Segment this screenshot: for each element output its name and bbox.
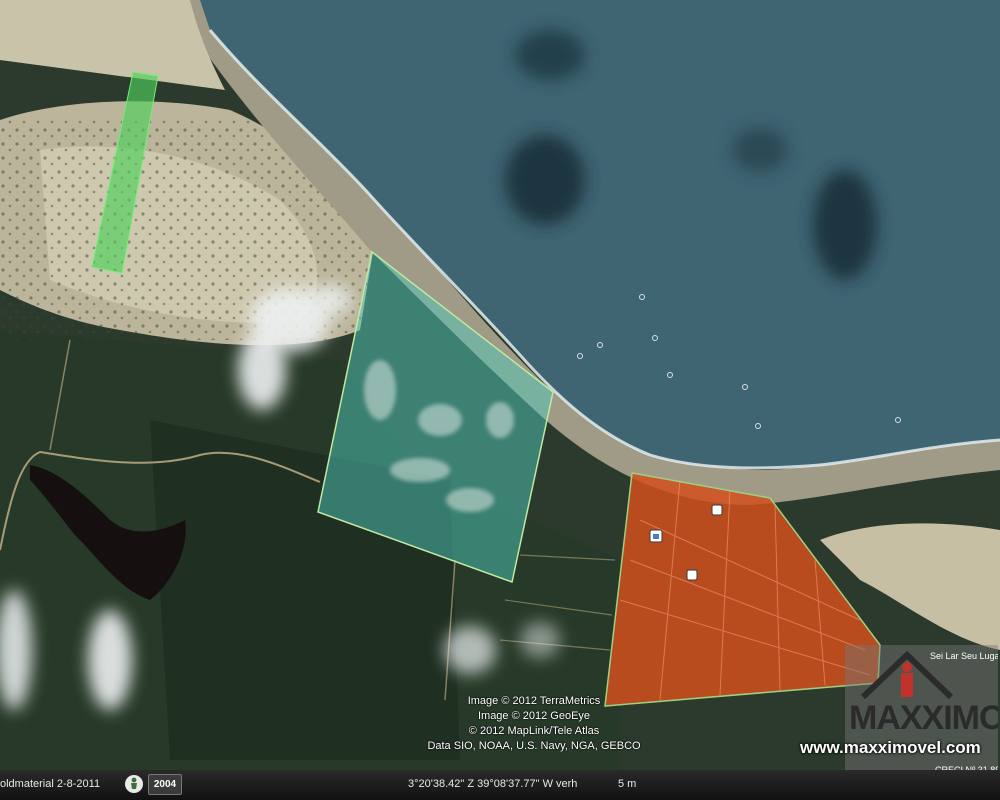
credit-line: Image © 2012 GeoEye [477, 710, 591, 722]
website-watermark: www.maxximovel.com [800, 738, 981, 757]
credit-line: Image © 2012 TerraMetrics [467, 695, 601, 707]
credit-line: © 2012 MapLink/Tele Atlas [468, 725, 600, 737]
imagery-credits: Image © 2012 TerraMetrics Image © 2012 G… [414, 694, 654, 754]
imagery-date: oldmaterial 2-8-2011 [0, 778, 101, 790]
logo-brand: MAXXIMOVEL [849, 699, 998, 737]
location-marker-icon[interactable] [649, 529, 663, 543]
location-marker-icon[interactable] [711, 504, 723, 516]
location-marker-icon[interactable] [686, 569, 698, 581]
elevation-readout: 5 m [618, 778, 637, 790]
reef-shadow [505, 135, 585, 225]
house-roof-logo-icon [860, 650, 954, 700]
credit-line: Data SIO, NOAA, U.S. Navy, NGA, GEBCO [427, 740, 641, 752]
historical-imagery-year-button[interactable]: 2004 [148, 774, 182, 795]
reef-shadow [515, 30, 585, 80]
coordinates-readout: 3°20'38.42" Z 39°08'37.77" W verh [408, 778, 578, 790]
reef-shadow [732, 128, 788, 172]
reef-shadow [813, 170, 877, 280]
status-bar: oldmaterial 2-8-2011 2004 3°20'38.42" Z … [0, 770, 1000, 800]
street-view-person-icon[interactable] [124, 774, 144, 794]
